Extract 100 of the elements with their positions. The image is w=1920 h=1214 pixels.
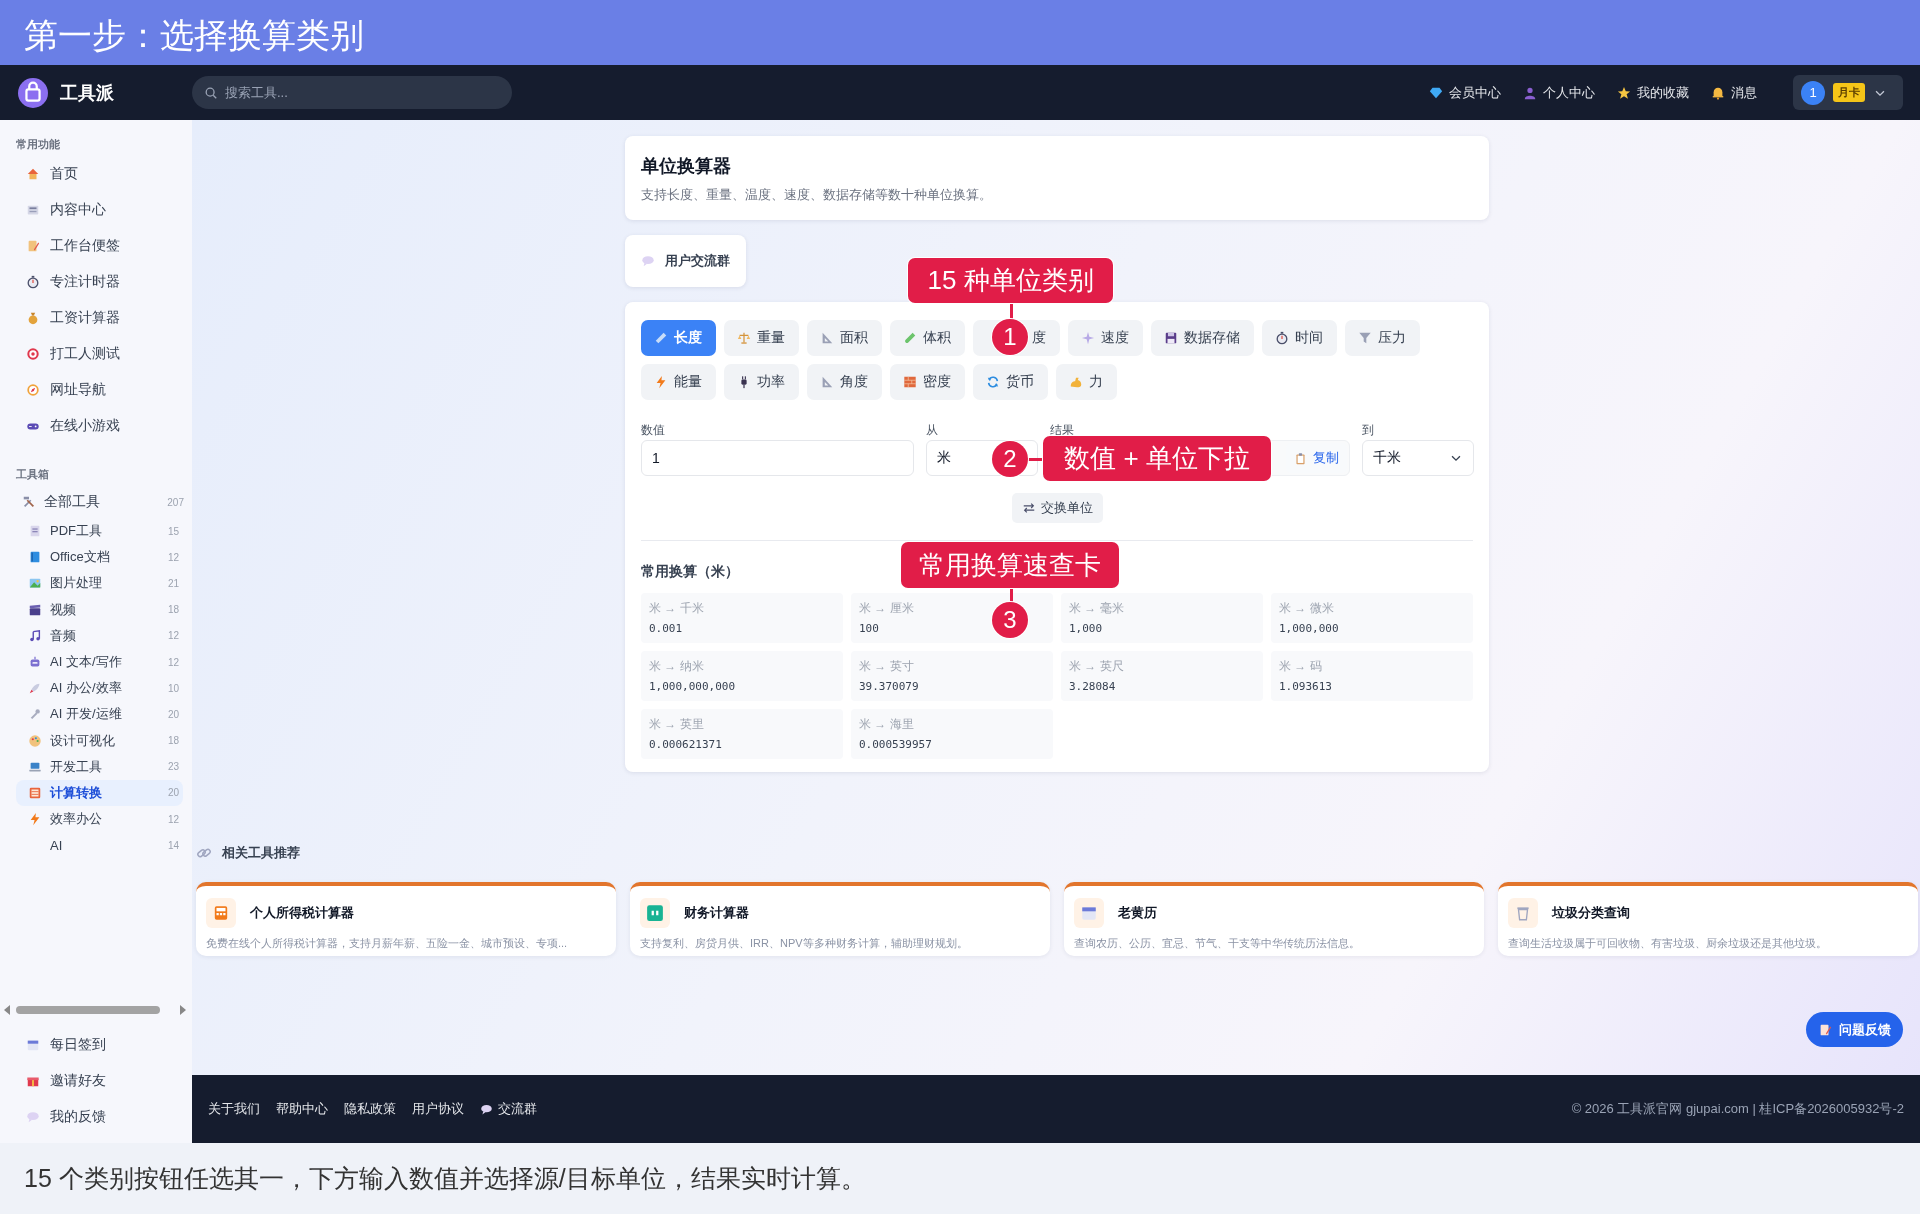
- category-tab[interactable]: 能量: [641, 364, 716, 400]
- item-count: 12: [167, 656, 180, 668]
- horizontal-scrollbar[interactable]: [4, 1003, 186, 1017]
- sidebar-item[interactable]: 每日签到: [16, 1027, 184, 1063]
- item-count: 12: [167, 813, 180, 825]
- ruler-icon: [654, 331, 668, 345]
- category-tab[interactable]: 功率: [724, 364, 799, 400]
- sidebar-item[interactable]: 在线小游戏: [16, 408, 184, 444]
- trash-icon: [1514, 904, 1532, 922]
- sidebar-item[interactable]: 图片处理 21: [16, 570, 183, 597]
- sidebar-item[interactable]: 首页: [16, 156, 184, 192]
- category-tab[interactable]: 压力: [1345, 320, 1420, 356]
- sidebar-item[interactable]: 内容中心: [16, 192, 184, 228]
- tool-card[interactable]: 财务计算器 支持复利、房贷月供、IRR、NPV等多种财务计算，辅助理财规划。: [630, 882, 1050, 956]
- sidebar-item[interactable]: 我的反馈: [16, 1099, 184, 1135]
- unit-select[interactable]: 千米: [1362, 440, 1474, 476]
- sidebar-item[interactable]: 专注计时器: [16, 264, 184, 300]
- community-button[interactable]: 用户交流群: [625, 235, 746, 287]
- footer-link[interactable]: 隐私政策: [344, 1100, 396, 1118]
- footer-link[interactable]: 交流群: [480, 1100, 537, 1118]
- sidebar-item[interactable]: 邀请好友: [16, 1063, 184, 1099]
- item-count: 23: [167, 761, 180, 773]
- sidebar-item[interactable]: AI 14: [16, 832, 183, 859]
- sidebar-item[interactable]: PDF工具 15: [16, 518, 183, 545]
- callout-tooltip: 常用换算速查卡: [901, 542, 1119, 588]
- conversion-label: 米 → 英里: [649, 716, 705, 733]
- sidebar-item[interactable]: AI 办公/效率 10: [16, 675, 183, 702]
- category-tab[interactable]: 密度: [890, 364, 965, 400]
- swap-button[interactable]: 交换单位: [1011, 493, 1103, 523]
- conversion-value: 0.001: [649, 622, 684, 635]
- tool-description: 查询生活垃圾属于可回收物、有害垃圾、厨余垃圾还是其他垃圾。: [1508, 936, 1828, 951]
- footer-link[interactable]: 关于我们: [208, 1100, 260, 1118]
- category-tab[interactable]: 体积: [890, 320, 965, 356]
- step-number-tooltip: 1: [992, 319, 1028, 355]
- sidebar-item[interactable]: 开发工具 23: [16, 753, 183, 780]
- conversion-value: 0.000539957: [859, 738, 933, 751]
- sidebar-item[interactable]: 打工人测试: [16, 336, 184, 372]
- sidebar-item[interactable]: 网址导航: [16, 372, 184, 408]
- memo-icon: [26, 239, 40, 253]
- item-count: 18: [167, 735, 180, 747]
- sidebar-item[interactable]: 效率办公 12: [16, 806, 183, 833]
- footer-link[interactable]: 帮助中心: [276, 1100, 328, 1118]
- brand-name: 工具派: [60, 81, 114, 105]
- section-title: 常用换算（米）: [641, 563, 739, 581]
- conversion-label: 米 → 千米: [649, 600, 705, 617]
- tool-card[interactable]: 垃圾分类查询 查询生活垃圾属于可回收物、有害垃圾、厨余垃圾还是其他垃圾。: [1498, 882, 1918, 956]
- newspaper-icon: [26, 203, 40, 217]
- sidebar-item[interactable]: 工作台便签: [16, 228, 184, 264]
- section-title: 相关工具推荐: [222, 844, 300, 862]
- conversion-value: 1,000,000,000: [649, 680, 737, 693]
- conversion-label: 米 → 英寸: [859, 658, 915, 675]
- tool-card[interactable]: 个人所得税计算器 免费在线个人所得税计算器，支持月薪年薪、五险一金、城市预设、专项...: [196, 882, 616, 956]
- item-count: 14: [167, 839, 180, 851]
- memo-icon: [1818, 1022, 1832, 1037]
- conversion-value: 39.370079: [859, 680, 920, 693]
- nav-link[interactable]: 我的收藏: [1617, 83, 1689, 102]
- conversion-value: 100: [859, 622, 880, 635]
- nav-link[interactable]: 会员中心: [1429, 83, 1501, 102]
- sidebar-item[interactable]: 音频 12: [16, 622, 183, 649]
- bolt-icon: [654, 375, 668, 389]
- avatar: 1: [1801, 80, 1825, 105]
- sidebar-item[interactable]: 视频 18: [16, 596, 183, 623]
- sidebar-item[interactable]: AI 文本/写作 12: [16, 648, 183, 676]
- category-tab[interactable]: 货币: [973, 364, 1048, 400]
- category-tab[interactable]: 重量: [724, 320, 799, 356]
- sidebar-item[interactable]: 工资计算器: [16, 300, 184, 336]
- sidebar-item[interactable]: AI 开发/运维 20: [16, 701, 183, 728]
- nav-link[interactable]: 个人中心: [1523, 83, 1595, 102]
- nav-link[interactable]: 消息: [1711, 83, 1757, 102]
- sidebar-item[interactable]: 设计可视化 18: [16, 727, 183, 754]
- category-tab[interactable]: 长度: [641, 320, 716, 356]
- stopwatch-icon: [26, 275, 40, 289]
- footer-link[interactable]: 用户协议: [412, 1100, 464, 1118]
- sidebar-item[interactable]: Office文档 12: [16, 544, 183, 571]
- category-tab[interactable]: 面积: [807, 320, 882, 356]
- category-tab[interactable]: 力: [1056, 364, 1117, 400]
- item-count: 207: [167, 496, 185, 508]
- category-tab[interactable]: 角度: [807, 364, 882, 400]
- item-count: 15: [167, 525, 180, 537]
- category-tab[interactable]: 速度: [1068, 320, 1143, 356]
- scale-icon: [737, 331, 751, 345]
- moneybag-icon: [26, 311, 40, 325]
- sidebar-item[interactable]: 全部工具 207: [16, 486, 188, 518]
- conversion-label: 米 → 码: [1279, 658, 1323, 675]
- item-count: 21: [167, 577, 180, 589]
- callout-tooltip: 15 种单位类别: [908, 258, 1113, 303]
- value-input[interactable]: 1: [641, 440, 914, 476]
- sparkle-icon: [1081, 331, 1095, 345]
- user-menu[interactable]: 1 月卡: [1793, 75, 1903, 110]
- sidebar-item[interactable]: 计算转换 20: [16, 779, 183, 807]
- category-tab[interactable]: 数据存储: [1151, 320, 1254, 356]
- test-tube-icon: [903, 331, 917, 345]
- category-tab[interactable]: 时间: [1262, 320, 1337, 356]
- palette-icon: [28, 733, 42, 748]
- conversion-label: 米 → 微米: [1279, 600, 1335, 617]
- search-field[interactable]: 搜索工具...: [192, 76, 512, 109]
- feedback-button[interactable]: 问题反馈: [1806, 1012, 1903, 1047]
- calendar-icon: [26, 1038, 40, 1052]
- item-count: 12: [167, 630, 180, 642]
- tool-card[interactable]: 老黄历 查询农历、公历、宜忌、节气、干支等中华传统历法信息。: [1064, 882, 1484, 956]
